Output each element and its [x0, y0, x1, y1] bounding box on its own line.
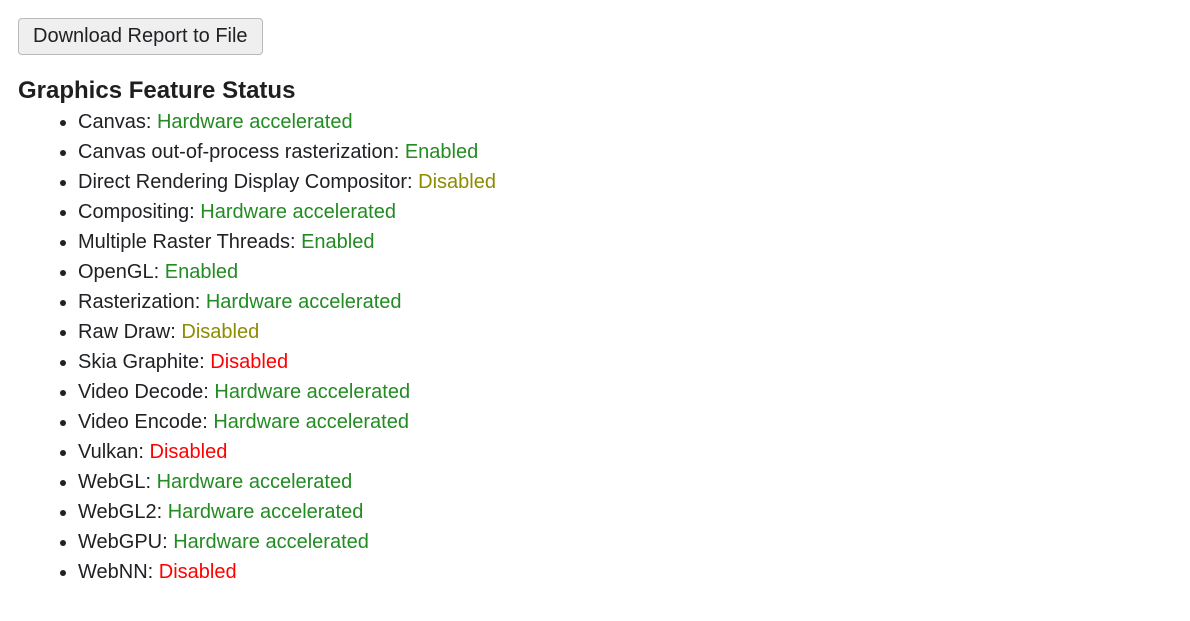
download-report-button[interactable]: Download Report to File: [18, 18, 263, 55]
feature-item: OpenGL: Enabled: [78, 257, 1172, 287]
feature-name: OpenGL: [78, 261, 154, 283]
feature-item: Rasterization: Hardware accelerated: [78, 287, 1172, 317]
feature-separator: :: [199, 351, 210, 373]
feature-name: Canvas: [78, 111, 146, 133]
feature-name: WebNN: [78, 561, 148, 583]
feature-separator: :: [170, 321, 181, 343]
feature-item: WebNN: Disabled: [78, 557, 1172, 587]
feature-separator: :: [189, 201, 200, 223]
feature-status: Hardware accelerated: [213, 411, 409, 433]
feature-status: Enabled: [301, 231, 374, 253]
feature-separator: :: [148, 561, 159, 583]
feature-status: Enabled: [405, 141, 478, 163]
feature-status: Disabled: [159, 561, 237, 583]
feature-separator: :: [157, 501, 168, 523]
feature-name: Multiple Raster Threads: [78, 231, 290, 253]
feature-status: Enabled: [165, 261, 238, 283]
feature-name: WebGPU: [78, 531, 162, 553]
feature-item: Canvas: Hardware accelerated: [78, 107, 1172, 137]
feature-separator: :: [145, 471, 156, 493]
feature-status: Hardware accelerated: [214, 381, 410, 403]
feature-name: Skia Graphite: [78, 351, 199, 373]
feature-status: Hardware accelerated: [157, 471, 353, 493]
feature-separator: :: [203, 381, 214, 403]
feature-status: Hardware accelerated: [200, 201, 396, 223]
feature-name: Canvas out-of-process rasterization: [78, 141, 394, 163]
feature-item: Video Decode: Hardware accelerated: [78, 377, 1172, 407]
feature-separator: :: [407, 171, 418, 193]
feature-separator: :: [138, 441, 149, 463]
feature-name: WebGL: [78, 471, 145, 493]
feature-item: WebGL2: Hardware accelerated: [78, 497, 1172, 527]
feature-status: Hardware accelerated: [157, 111, 353, 133]
feature-separator: :: [394, 141, 405, 163]
feature-status: Disabled: [150, 441, 228, 463]
feature-item: WebGL: Hardware accelerated: [78, 467, 1172, 497]
feature-separator: :: [162, 531, 173, 553]
feature-item: Direct Rendering Display Compositor: Dis…: [78, 167, 1172, 197]
feature-name: Video Encode: [78, 411, 202, 433]
feature-separator: :: [146, 111, 157, 133]
feature-item: Skia Graphite: Disabled: [78, 347, 1172, 377]
feature-status: Disabled: [210, 351, 288, 373]
feature-item: Vulkan: Disabled: [78, 437, 1172, 467]
feature-item: Canvas out-of-process rasterization: Ena…: [78, 137, 1172, 167]
feature-separator: :: [195, 291, 206, 313]
feature-separator: :: [202, 411, 213, 433]
feature-status: Disabled: [418, 171, 496, 193]
feature-name: Video Decode: [78, 381, 203, 403]
feature-item: WebGPU: Hardware accelerated: [78, 527, 1172, 557]
feature-separator: :: [290, 231, 301, 253]
feature-status: Hardware accelerated: [173, 531, 369, 553]
feature-separator: :: [154, 261, 165, 283]
graphics-feature-list: Canvas: Hardware acceleratedCanvas out-o…: [18, 107, 1172, 587]
section-title-graphics-feature-status: Graphics Feature Status: [18, 77, 1172, 105]
feature-name: Rasterization: [78, 291, 195, 313]
feature-item: Video Encode: Hardware accelerated: [78, 407, 1172, 437]
feature-status: Hardware accelerated: [168, 501, 364, 523]
feature-name: Raw Draw: [78, 321, 170, 343]
feature-status: Disabled: [181, 321, 259, 343]
feature-item: Multiple Raster Threads: Enabled: [78, 227, 1172, 257]
feature-item: Raw Draw: Disabled: [78, 317, 1172, 347]
feature-name: Vulkan: [78, 441, 138, 463]
feature-name: Compositing: [78, 201, 189, 223]
feature-name: Direct Rendering Display Compositor: [78, 171, 407, 193]
feature-name: WebGL2: [78, 501, 157, 523]
feature-status: Hardware accelerated: [206, 291, 402, 313]
feature-item: Compositing: Hardware accelerated: [78, 197, 1172, 227]
